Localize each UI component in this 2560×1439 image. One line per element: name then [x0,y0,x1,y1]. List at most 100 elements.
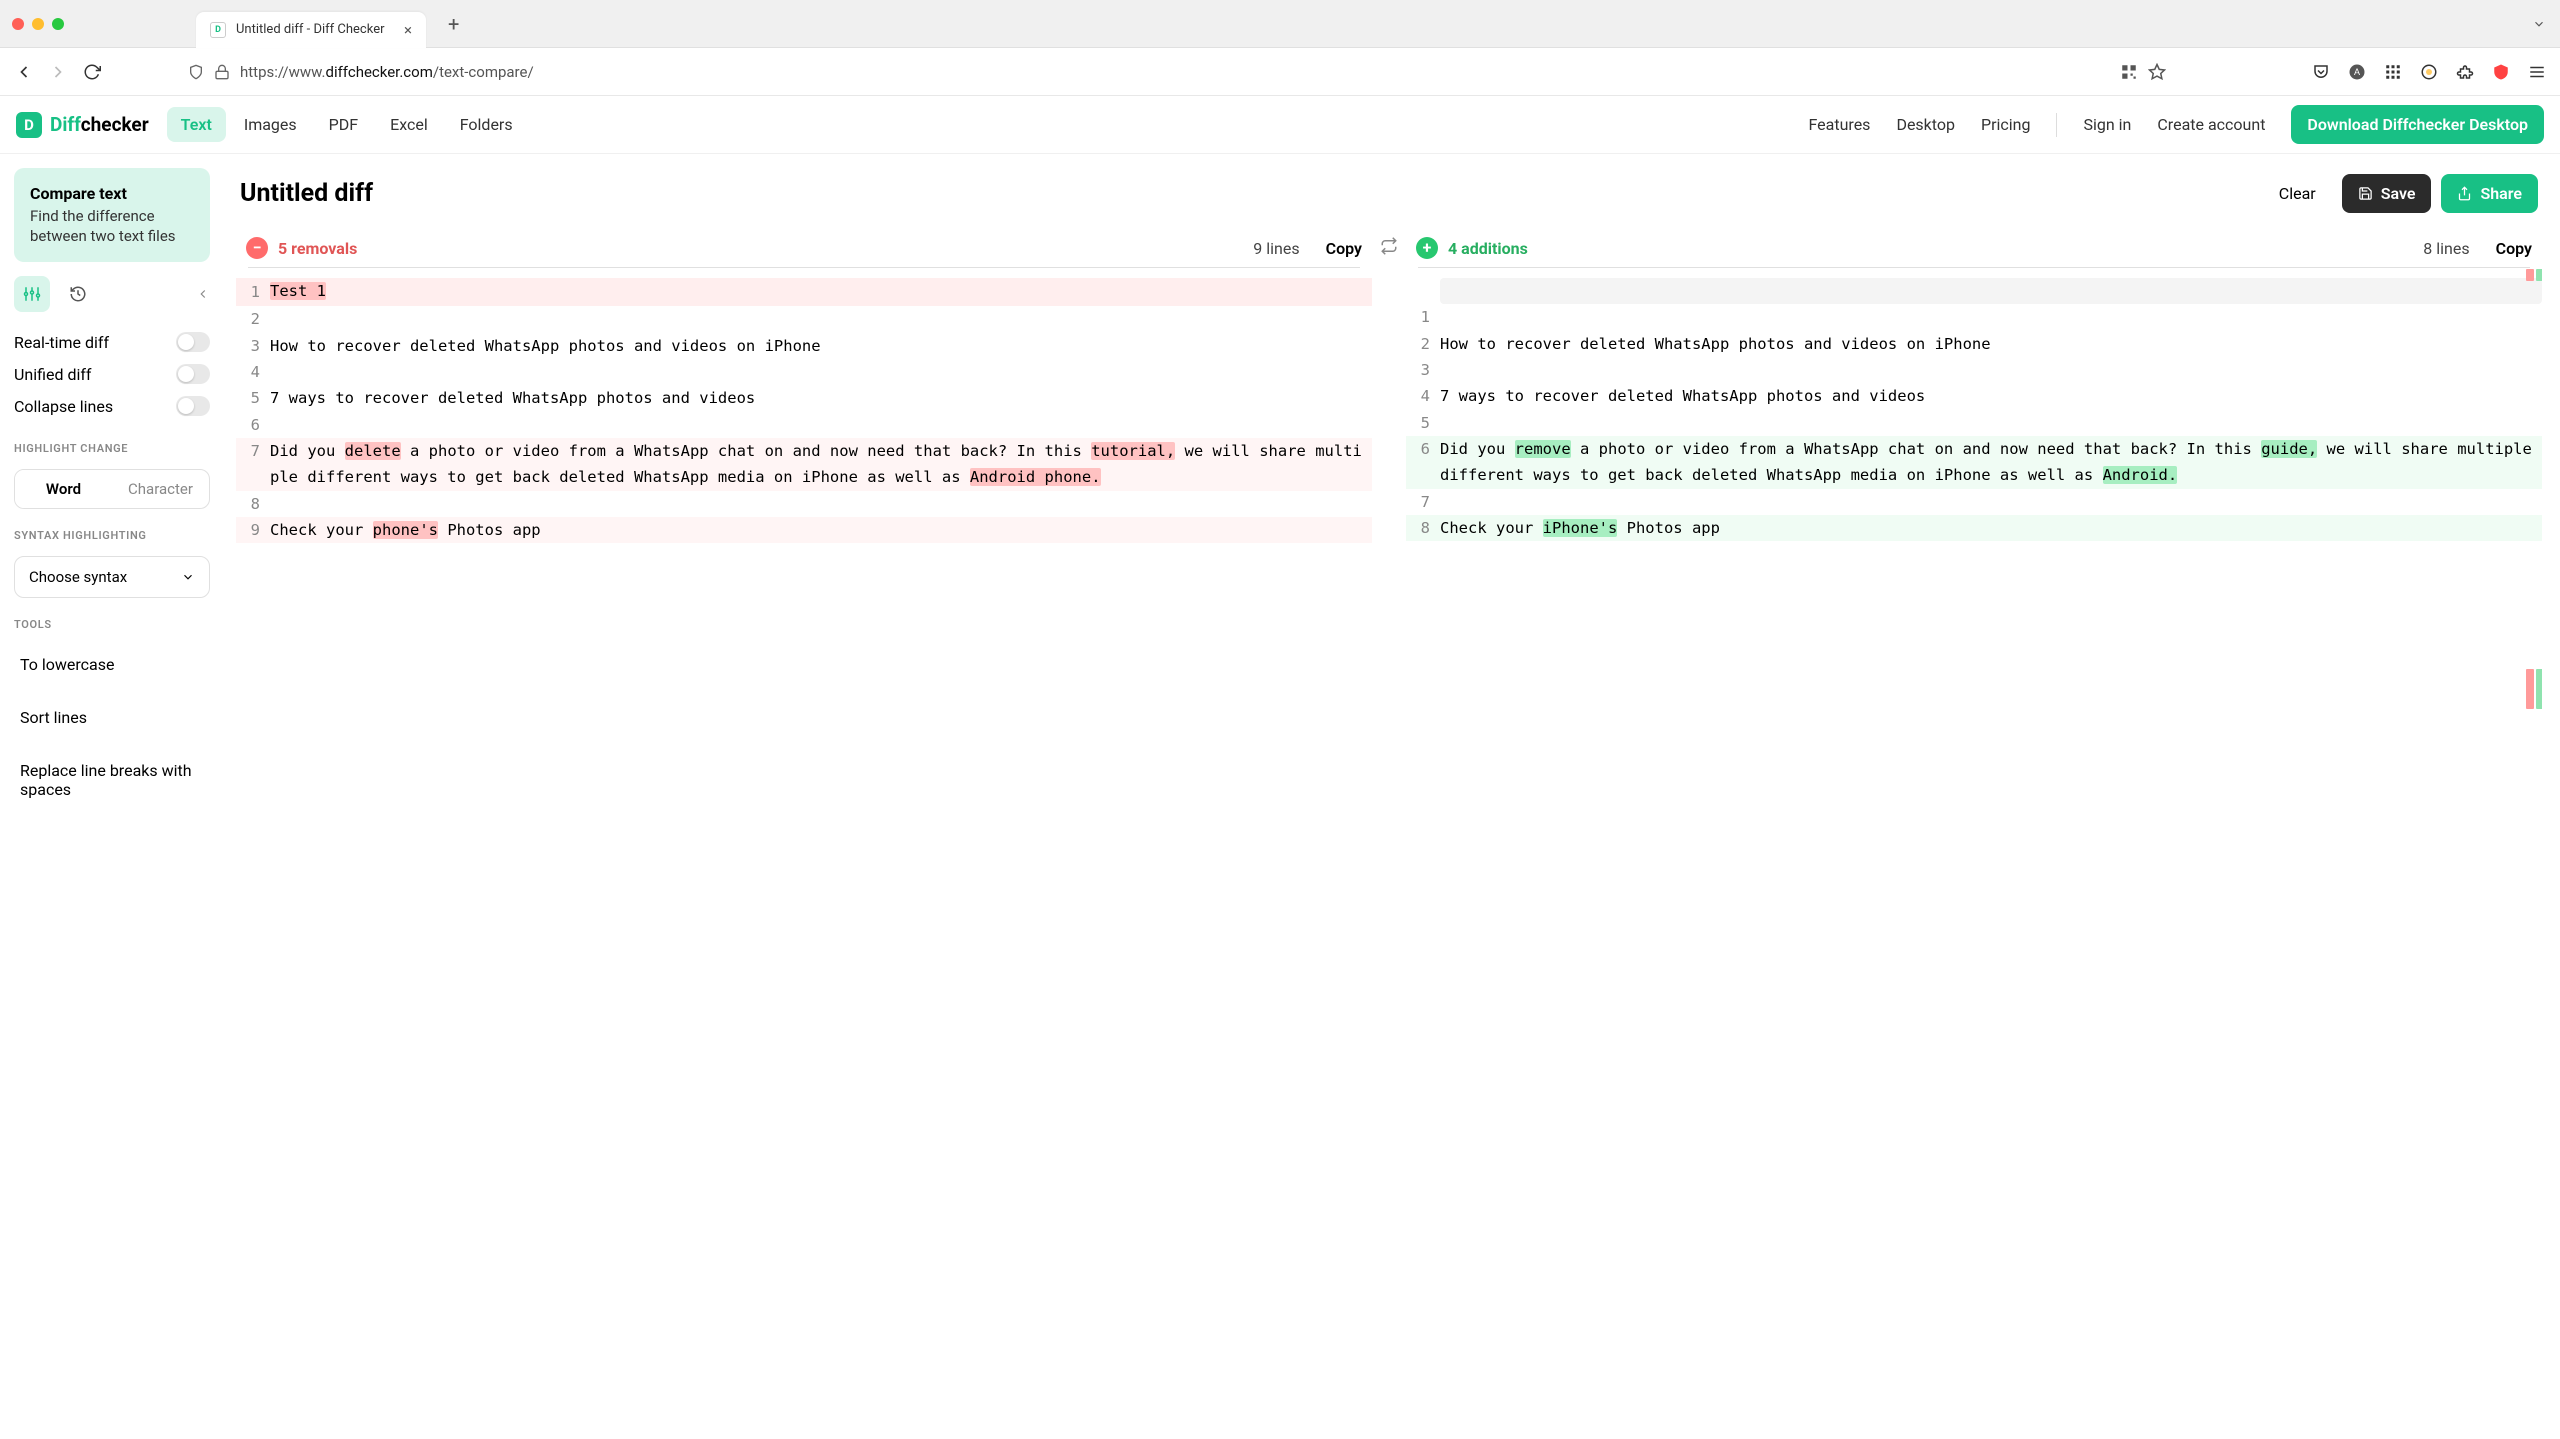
settings-view-icon[interactable] [14,276,50,312]
toggle-switch[interactable] [176,364,210,384]
highlight-character[interactable]: Character [112,470,209,508]
diff-line[interactable]: 3 [1406,357,2542,383]
tool-lowercase[interactable]: To lowercase [14,645,210,684]
bookmark-star-icon[interactable] [2148,63,2166,81]
back-button[interactable] [14,62,34,82]
tool-sort[interactable]: Sort lines [14,698,210,737]
clear-button[interactable]: Clear [2263,174,2332,213]
hamburger-menu-icon[interactable] [2528,63,2546,81]
toggle-unified[interactable]: Unified diff [14,358,210,390]
diff-line[interactable] [1406,278,2542,304]
line-number: 4 [1406,383,1440,409]
highlight-segmented[interactable]: Word Character [14,469,210,509]
left-lines[interactable]: 1Test 123How to recover deleted WhatsApp… [236,274,1372,603]
page-title[interactable]: Untitled diff [240,179,2253,208]
additions-summary: 4 additions [1448,239,1528,258]
save-button[interactable]: Save [2342,174,2432,213]
new-tab-button[interactable]: + [448,12,459,36]
history-view-icon[interactable] [60,276,96,312]
divider [1418,267,2530,268]
browser-tab[interactable]: D Untitled diff - Diff Checker × [196,12,426,48]
url-text: https://www.diffchecker.com/text-compare… [240,63,534,81]
nav-images[interactable]: Images [230,107,311,142]
adblock-shield-icon[interactable] [2492,63,2510,81]
diff-line[interactable]: 47 ways to recover deleted WhatsApp phot… [1406,383,2542,409]
right-lines-count: 8 lines [2423,239,2469,258]
app-header: D Diffchecker Text Images PDF Excel Fold… [0,96,2560,154]
line-content: Did you delete a photo or video from a W… [270,438,1372,491]
extension-icon[interactable] [2420,63,2438,81]
tools-label: TOOLS [14,618,210,631]
toggle-collapse[interactable]: Collapse lines [14,390,210,422]
diff-line[interactable]: 4 [236,359,1372,385]
diff-line[interactable]: 5 [1406,410,2542,436]
copy-left-button[interactable]: Copy [1326,239,1362,258]
link-pricing[interactable]: Pricing [1981,115,2031,134]
line-number: 2 [236,306,270,332]
reload-button[interactable] [82,62,102,82]
lock-icon[interactable] [214,64,230,80]
diff-line[interactable]: 8 [236,491,1372,517]
account-icon[interactable]: A [2348,63,2366,81]
pocket-icon[interactable] [2312,63,2330,81]
diff-line[interactable]: 6Did you remove a photo or video from a … [1406,436,2542,489]
line-number: 8 [236,491,270,517]
link-features[interactable]: Features [1809,115,1871,134]
diff-line[interactable]: 2 [236,306,1372,332]
shield-permission-icon[interactable] [188,64,204,80]
fullscreen-window-icon[interactable] [52,18,64,30]
line-number: 7 [1406,489,1440,515]
swap-sides-button[interactable] [1372,229,1406,1439]
nav-buttons: Text Images PDF Excel Folders [167,107,527,142]
url-bar[interactable]: https://www.diffchecker.com/text-compare… [176,57,2178,87]
extensions-puzzle-icon[interactable] [2456,63,2474,81]
nav-text[interactable]: Text [167,107,226,142]
minimize-window-icon[interactable] [32,18,44,30]
right-lines[interactable]: 12How to recover deleted WhatsApp photos… [1406,274,2542,601]
line-number: 7 [236,438,270,491]
toggle-switch[interactable] [176,332,210,352]
diff-line[interactable]: 1 [1406,304,2542,330]
logo[interactable]: D Diffchecker [16,112,149,138]
diff-line[interactable]: 2How to recover deleted WhatsApp photos … [1406,331,2542,357]
highlight-word[interactable]: Word [15,470,112,508]
toggle-switch[interactable] [176,396,210,416]
line-content: 7 ways to recover deleted WhatsApp photo… [270,385,1372,411]
nav-excel[interactable]: Excel [376,107,442,142]
minimap[interactable] [2526,269,2542,1439]
tool-replace[interactable]: Replace line breaks with spaces [14,751,210,809]
link-desktop[interactable]: Desktop [1896,115,1955,134]
toggle-realtime[interactable]: Real-time diff [14,326,210,358]
line-content [270,491,1372,517]
close-tab-icon[interactable]: × [404,21,412,39]
favicon-icon: D [210,22,226,38]
diff-area: − 5 removals 9 lines Copy 1Test 123How t… [236,229,2542,1439]
share-button[interactable]: Share [2441,174,2538,213]
syntax-select[interactable]: Choose syntax [14,556,210,598]
diff-line[interactable]: 3How to recover deleted WhatsApp photos … [236,333,1372,359]
tabs-overflow-icon[interactable] [2532,17,2546,31]
diff-line[interactable]: 8Check your iPhone's Photos app [1406,515,2542,541]
line-content: Did you remove a photo or video from a W… [1440,436,2542,489]
copy-right-button[interactable]: Copy [2496,239,2532,258]
traffic-lights[interactable] [12,18,64,30]
close-window-icon[interactable] [12,18,24,30]
diff-line[interactable]: 7Did you delete a photo or video from a … [236,438,1372,491]
nav-pdf[interactable]: PDF [315,107,372,142]
diff-line[interactable]: 1Test 1 [236,278,1372,306]
nav-folders[interactable]: Folders [446,107,527,142]
link-create-account[interactable]: Create account [2157,115,2265,134]
diff-line[interactable]: 57 ways to recover deleted WhatsApp phot… [236,385,1372,411]
line-content: Check your phone's Photos app [270,517,1372,543]
diff-line[interactable]: 7 [1406,489,2542,515]
main: Untitled diff Clear Save Share − 5 remov… [224,154,2560,1439]
link-signin[interactable]: Sign in [2083,115,2131,134]
sidebar-card-desc: Find the difference between two text fil… [30,207,194,246]
download-desktop-button[interactable]: Download Diffchecker Desktop [2291,105,2544,144]
line-number: 8 [1406,515,1440,541]
apps-grid-icon[interactable] [2384,63,2402,81]
collapse-sidebar-icon[interactable] [196,287,210,301]
qr-icon[interactable] [2120,63,2138,81]
diff-line[interactable]: 6 [236,412,1372,438]
diff-line[interactable]: 9Check your phone's Photos app [236,517,1372,543]
